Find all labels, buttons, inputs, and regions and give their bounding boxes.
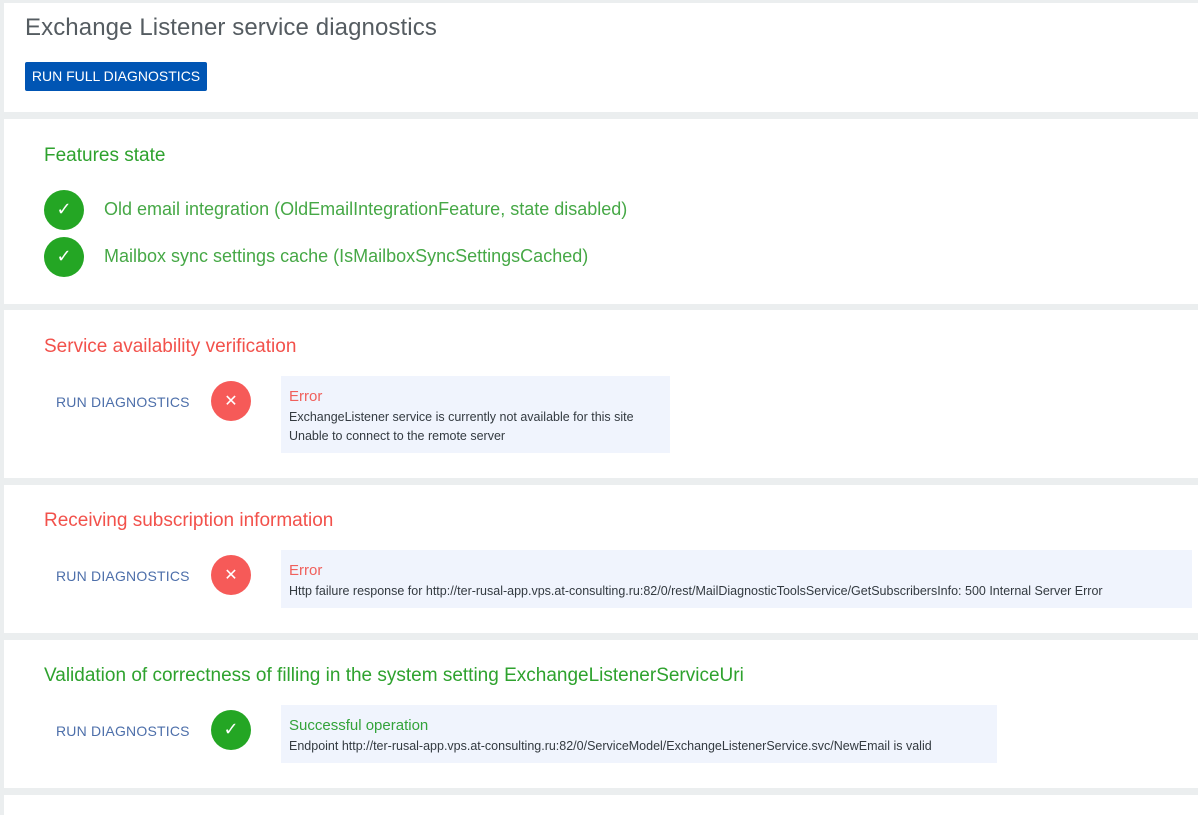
feature-label: Old email integration (OldEmailIntegrati… [104, 199, 628, 219]
subscription-info-panel: Receiving subscription information RUN D… [4, 485, 1198, 633]
check-icon: ✓ [44, 190, 84, 230]
validation-panel: Validation of correctness of filling in … [4, 640, 1198, 788]
features-state-panel: Features state ✓ Old email integration (… [4, 119, 1198, 304]
validation-title: Validation of correctness of filling in … [44, 665, 744, 686]
check-icon: ✓ [44, 237, 84, 277]
run-diagnostics-validation-link[interactable]: RUN DIAGNOSTICS [56, 723, 190, 739]
result-status-title: Error [289, 562, 323, 579]
check-icon: ✓ [211, 710, 251, 750]
result-message-line: Unable to connect to the remote server [289, 429, 506, 443]
run-full-diagnostics-button[interactable]: RUN FULL DIAGNOSTICS [25, 62, 207, 91]
feature-item-old-email-integration: ✓ Old email integration (OldEmailIntegra… [44, 190, 944, 230]
run-diagnostics-subscription-link[interactable]: RUN DIAGNOSTICS [56, 568, 190, 584]
availability-result-box: Error ExchangeListener service is curren… [281, 376, 670, 453]
page-title: Exchange Listener service diagnostics [25, 14, 437, 41]
next-panel-partial [4, 795, 1198, 815]
result-status-title: Error [289, 388, 323, 405]
subscription-result-box: Error Http failure response for http://t… [281, 550, 1192, 608]
subscription-info-title: Receiving subscription information [44, 510, 334, 531]
validation-result-box: Successful operation Endpoint http://ter… [281, 705, 997, 763]
error-x-icon: ✕ [211, 555, 251, 595]
result-status-title: Successful operation [289, 717, 429, 734]
result-message-line: ExchangeListener service is currently no… [289, 410, 634, 424]
run-diagnostics-availability-link[interactable]: RUN DIAGNOSTICS [56, 394, 190, 410]
feature-item-mailbox-sync-cache: ✓ Mailbox sync settings cache (IsMailbox… [44, 237, 944, 277]
header-panel: Exchange Listener service diagnostics RU… [4, 3, 1198, 112]
result-message-line: Endpoint http://ter-rusal-app.vps.at-con… [289, 739, 932, 753]
error-x-icon: ✕ [211, 381, 251, 421]
service-availability-title: Service availability verification [44, 336, 297, 357]
service-availability-panel: Service availability verification RUN DI… [4, 310, 1198, 478]
features-state-title: Features state [44, 145, 166, 166]
feature-label: Mailbox sync settings cache (IsMailboxSy… [104, 246, 589, 266]
result-message-line: Http failure response for http://ter-rus… [289, 584, 1103, 598]
